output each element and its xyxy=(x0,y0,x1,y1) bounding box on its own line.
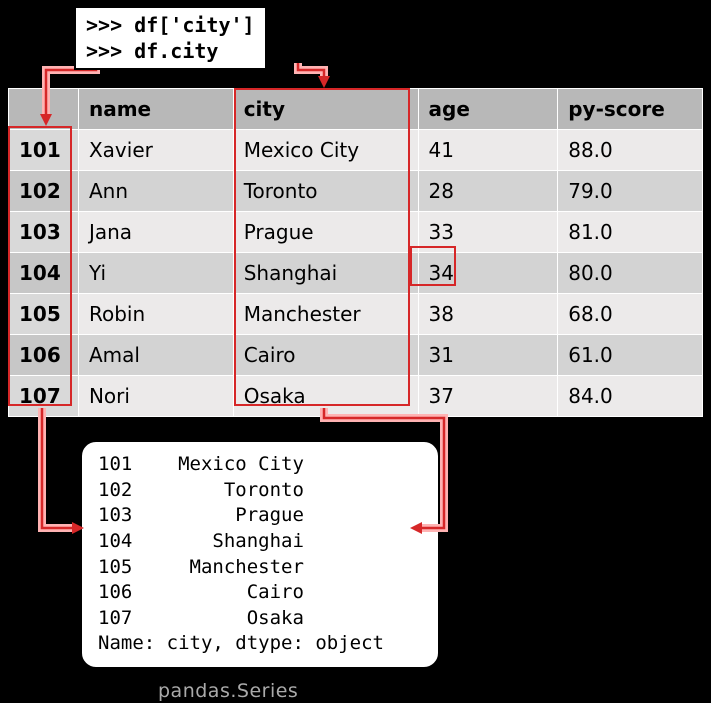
series-line: 101 Mexico City xyxy=(98,452,422,478)
cell-age: 33 xyxy=(418,212,558,253)
cell-age: 41 xyxy=(418,130,558,171)
cell-index: 107 xyxy=(9,376,79,417)
table-row: 103JanaPrague3381.0 xyxy=(9,212,703,253)
cell-index: 101 xyxy=(9,130,79,171)
cell-city: Cairo xyxy=(233,335,418,376)
cell-index: 103 xyxy=(9,212,79,253)
cell-city: Mexico City xyxy=(233,130,418,171)
cell-pyscore: 84.0 xyxy=(558,376,703,417)
cell-city: Prague xyxy=(233,212,418,253)
cell-pyscore: 80.0 xyxy=(558,253,703,294)
cell-index: 102 xyxy=(9,171,79,212)
cell-name: Ann xyxy=(78,171,233,212)
cell-name: Jana xyxy=(78,212,233,253)
header-name: name xyxy=(78,89,233,130)
table-row: 104YiShanghai3480.0 xyxy=(9,253,703,294)
header-index xyxy=(9,89,79,130)
cell-index: 106 xyxy=(9,335,79,376)
cell-pyscore: 88.0 xyxy=(558,130,703,171)
header-city: city xyxy=(233,89,418,130)
table-header-row: name city age py-score xyxy=(9,89,703,130)
cell-age: 37 xyxy=(418,376,558,417)
series-footer: Name: city, dtype: object xyxy=(98,631,422,657)
series-line: 106 Cairo xyxy=(98,580,422,606)
cell-name: Nori xyxy=(78,376,233,417)
cell-index: 105 xyxy=(9,294,79,335)
header-pyscore: py-score xyxy=(558,89,703,130)
cell-city: Manchester xyxy=(233,294,418,335)
cell-pyscore: 79.0 xyxy=(558,171,703,212)
table-row: 102AnnToronto2879.0 xyxy=(9,171,703,212)
cell-name: Amal xyxy=(78,335,233,376)
cell-age: 34 xyxy=(418,253,558,294)
cell-age: 38 xyxy=(418,294,558,335)
header-age: age xyxy=(418,89,558,130)
series-lines: 101 Mexico City102 Toronto103 Prague104 … xyxy=(98,452,422,631)
cell-name: Yi xyxy=(78,253,233,294)
table-row: 101XavierMexico City4188.0 xyxy=(9,130,703,171)
table-row: 106AmalCairo3161.0 xyxy=(9,335,703,376)
series-line: 102 Toronto xyxy=(98,478,422,504)
series-line: 107 Osaka xyxy=(98,606,422,632)
dataframe-table: name city age py-score 101XavierMexico C… xyxy=(8,88,703,417)
table-row: 105RobinManchester3868.0 xyxy=(9,294,703,335)
code-snippet-box: >>> df['city'] >>> df.city xyxy=(74,6,267,70)
cell-pyscore: 61.0 xyxy=(558,335,703,376)
code-line-1: >>> df['city'] xyxy=(86,12,255,38)
table-row: 107NoriOsaka3784.0 xyxy=(9,376,703,417)
cell-name: Robin xyxy=(78,294,233,335)
cell-age: 28 xyxy=(418,171,558,212)
cell-pyscore: 81.0 xyxy=(558,212,703,253)
series-line: 103 Prague xyxy=(98,503,422,529)
series-line: 104 Shanghai xyxy=(98,529,422,555)
code-line-2: >>> df.city xyxy=(86,38,255,64)
series-line: 105 Manchester xyxy=(98,555,422,581)
series-output-box: 101 Mexico City102 Toronto103 Prague104 … xyxy=(80,440,440,669)
cell-city: Osaka xyxy=(233,376,418,417)
cell-city: Toronto xyxy=(233,171,418,212)
cell-name: Xavier xyxy=(78,130,233,171)
cell-city: Shanghai xyxy=(233,253,418,294)
cell-index: 104 xyxy=(9,253,79,294)
cell-pyscore: 68.0 xyxy=(558,294,703,335)
series-caption: pandas.Series xyxy=(158,680,298,702)
cell-age: 31 xyxy=(418,335,558,376)
